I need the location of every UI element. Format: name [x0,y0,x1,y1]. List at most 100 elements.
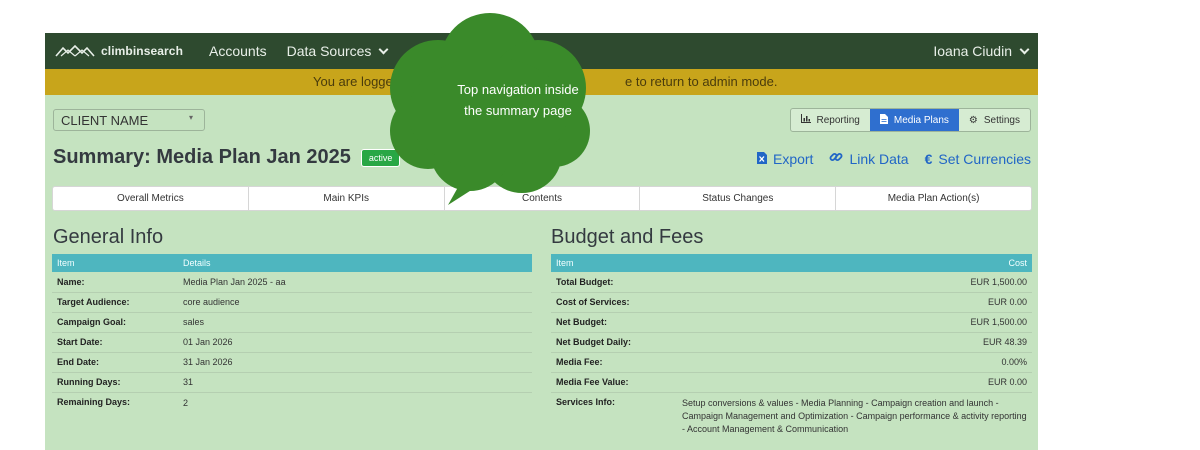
row-label: Services Info: [556,396,616,407]
row-value: EUR 1,500.00 [677,312,1032,333]
general-info-table: Item Details Name: Media Plan Jan 2025 - … [52,254,532,412]
user-menu[interactable]: Ioana Ciudin [933,33,1030,69]
table-header-row: Item Cost [551,254,1032,272]
table-row: Start Date: 01 Jan 2026 [52,332,532,353]
user-name: Ioana Ciudin [933,43,1012,59]
page-title-text: Summary: Media Plan Jan 2025 [53,146,351,168]
row-label: Target Audience: [52,292,178,313]
callout-text: Top navigation inside the summary page [443,79,593,121]
column-header: Item [551,254,677,272]
table-row: Remaining Days: 2 [52,392,532,412]
row-value: EUR 1,500.00 [677,272,1032,293]
row-label: Name: [52,272,178,293]
row-label: Cost of Services: [551,292,677,313]
settings-label: Settings [983,114,1020,126]
row-value: 31 [178,372,532,393]
document-icon [879,113,888,127]
mountains-icon [55,44,95,57]
row-value: 31 Jan 2026 [178,352,532,373]
banner-text-left: You are logged i [313,74,407,89]
services-info-text: Setup conversions & values - Media Plann… [682,397,1027,434]
row-value: Media Plan Jan 2025 - aa [178,272,532,293]
table-row: Media Fee: 0.00% [551,352,1032,373]
link-icon [829,150,843,167]
link-data-label: Link Data [849,150,909,167]
tab-overall-metrics[interactable]: Overall Metrics [53,187,249,210]
top-navbar: climbinsearch Accounts Data Sources Ioan… [45,33,1038,69]
row-value: EUR 0.00 [677,292,1032,313]
euro-icon: € [924,150,933,167]
banner-text-right[interactable]: e to return to admin mode. [625,74,777,89]
budget-table: Item Cost Total Budget: EUR 1,500.00 Cost… [551,254,1032,436]
table-row: Name: Media Plan Jan 2025 - aa [52,272,532,293]
row-value: 0.00% [677,352,1032,373]
row-label: End Date: [52,352,178,373]
row-label: Media Fee: [551,352,677,373]
media-plans-label: Media Plans [893,114,949,126]
table-row: Services Info: Setup conversions & values… [551,392,1032,436]
general-info-title: General Info [53,226,164,248]
nav-data-sources[interactable]: Data Sources [286,43,389,59]
brand-logo[interactable]: climbinsearch [55,44,183,58]
row-label: Running Days: [52,372,178,393]
brand-name: climbinsearch [101,44,184,58]
table-header-row: Item Details [52,254,532,272]
table-row: Running Days: 31 [52,372,532,393]
summary-tabs: Overall Metrics Main KPIs Contents Statu… [52,186,1032,211]
row-value: sales [178,312,532,333]
row-label: Total Budget: [551,272,677,293]
table-row: Cost of Services: EUR 0.00 [551,292,1032,313]
callout-line-2: the summary page [464,103,572,118]
row-label: Campaign Goal: [52,312,178,333]
nav-accounts-label: Accounts [209,43,267,59]
row-value: 2 [183,397,189,408]
summary-actions: Export Link Data € Set Currencies [741,150,1031,167]
export-button[interactable]: Export [756,150,813,167]
nav-data-sources-label: Data Sources [286,43,372,59]
row-value: EUR 0.00 [677,372,1032,393]
column-header: Details [178,254,532,272]
row-value: core audience [178,292,532,313]
media-plans-button[interactable]: Media Plans [869,109,959,131]
row-value: EUR 48.39 [677,332,1032,353]
chart-icon [800,114,811,126]
row-label: Remaining Days: [57,396,131,407]
table-row: End Date: 31 Jan 2026 [52,352,532,373]
page-title: Summary: Media Plan Jan 2025 active [53,146,401,169]
client-select[interactable]: CLIENT NAME ▾ [53,109,205,131]
client-select-value: CLIENT NAME [61,113,149,128]
row-label: Net Budget Daily: [551,332,677,353]
reporting-label: Reporting [816,114,860,126]
table-row: Net Budget: EUR 1,500.00 [551,312,1032,333]
tab-contents[interactable]: Contents [445,187,641,210]
nav-accounts[interactable]: Accounts [209,43,267,59]
caret-down-icon: ▾ [188,113,193,122]
table-row: Target Audience: core audience [52,292,532,313]
view-toolbar: Reporting Media Plans ⚙ Settings [789,108,1031,132]
tab-media-plan-actions[interactable]: Media Plan Action(s) [836,187,1031,210]
link-data-button[interactable]: Link Data [829,150,909,167]
table-row: Total Budget: EUR 1,500.00 [551,272,1032,293]
table-row: Campaign Goal: sales [52,312,532,333]
budget-title: Budget and Fees [551,226,704,248]
set-currencies-button[interactable]: € Set Currencies [925,150,1031,167]
reporting-button[interactable]: Reporting [791,109,870,131]
callout-line-1: Top navigation inside [457,82,579,97]
excel-file-icon [756,151,767,167]
set-currencies-label: Set Currencies [938,150,1031,167]
table-row: Media Fee Value: EUR 0.00 [551,372,1032,393]
column-header: Item [52,254,178,272]
status-badge: active [360,148,401,167]
chevron-down-icon [1019,44,1030,54]
column-header: Cost [677,254,1032,272]
row-label: Net Budget: [551,312,677,333]
settings-button[interactable]: ⚙ Settings [959,109,1030,131]
row-label: Media Fee Value: [551,372,677,393]
tab-main-kpis[interactable]: Main KPIs [249,187,445,210]
gear-icon: ⚙ [968,114,978,126]
row-label: Start Date: [52,332,178,353]
tab-status-changes[interactable]: Status Changes [640,187,837,210]
table-row: Net Budget Daily: EUR 48.39 [551,332,1032,353]
row-value: 01 Jan 2026 [178,332,532,353]
chevron-down-icon [378,44,389,54]
